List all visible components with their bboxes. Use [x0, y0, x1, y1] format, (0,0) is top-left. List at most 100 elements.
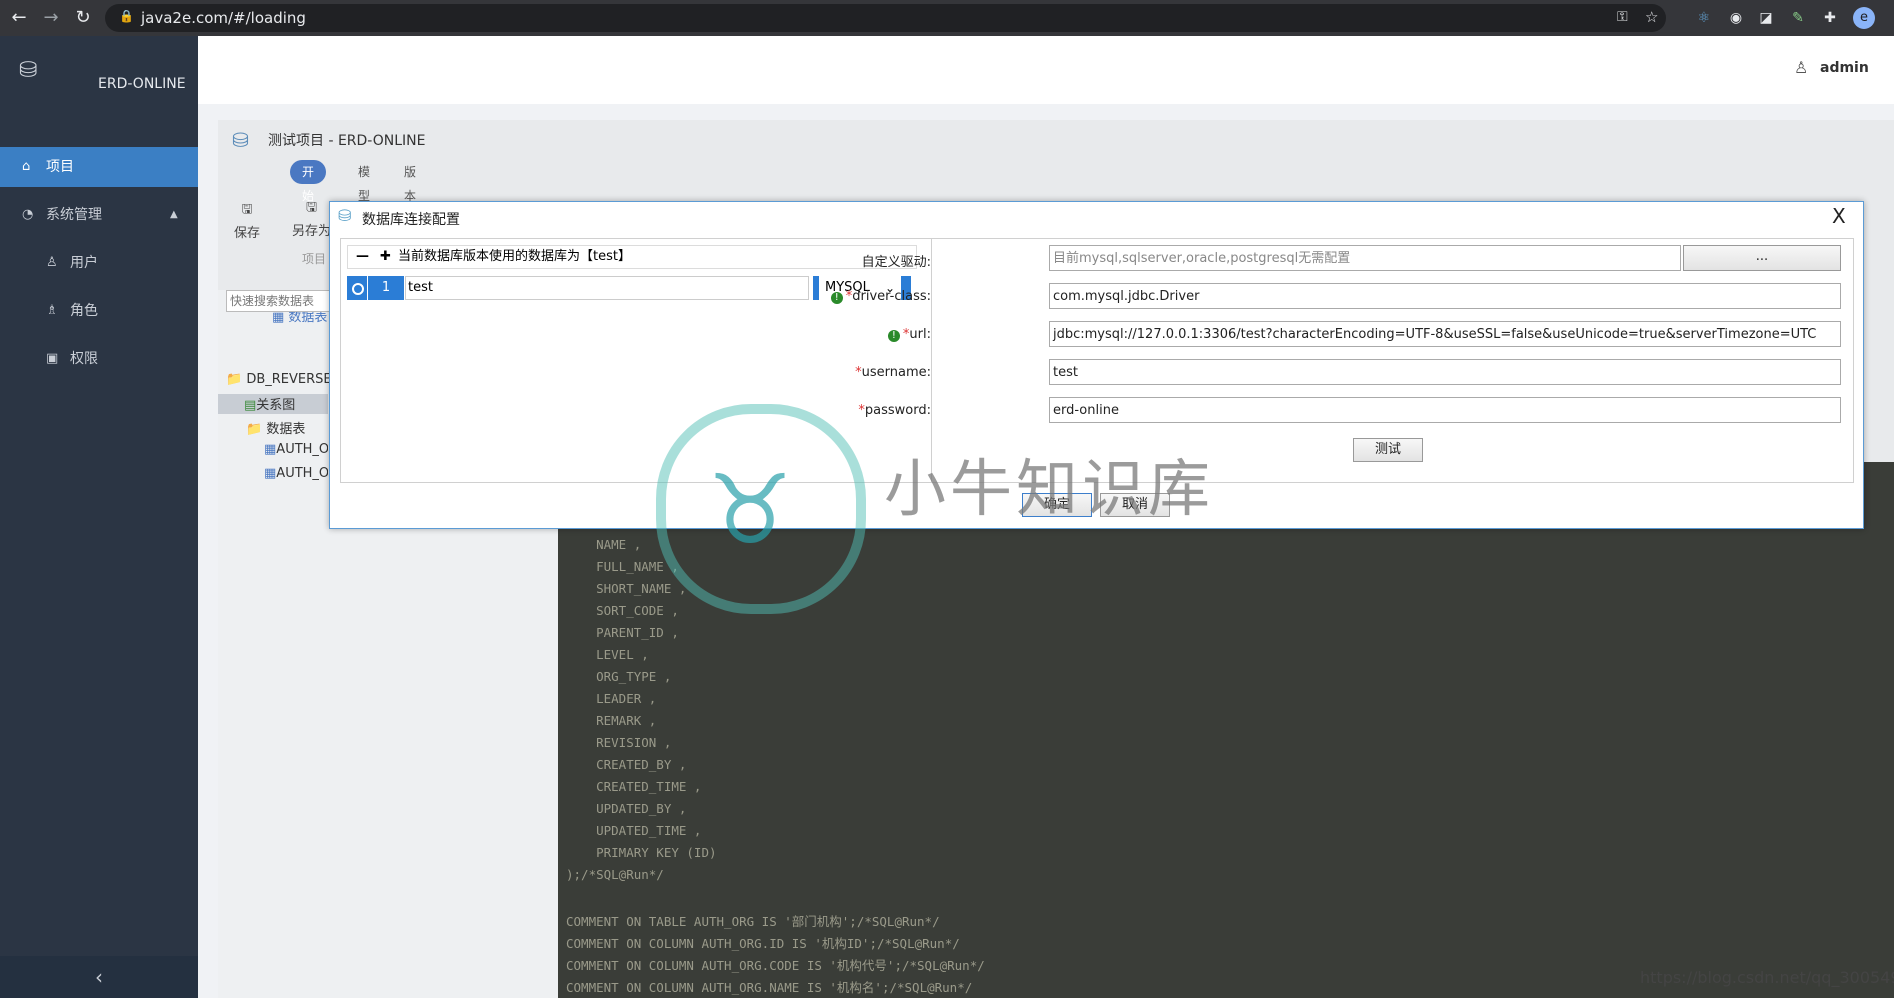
code-line: UPDATED_TIME , — [566, 823, 702, 838]
url-label: ! *url: — [811, 327, 931, 342]
label-text: username: — [861, 365, 931, 380]
app-name: ERD-ONLINE — [98, 76, 186, 92]
label-text: driver-class: — [852, 289, 931, 304]
extension-globe-icon[interactable]: ◉ — [1726, 8, 1746, 28]
save-label: 保存 — [234, 226, 261, 241]
code-line: SHORT_NAME , — [566, 581, 687, 596]
username-label: *username: — [855, 365, 931, 380]
code-line: LEADER , — [566, 691, 657, 706]
tree-item-table[interactable]: ▦AUTH_ORG — [264, 466, 328, 481]
diagram-icon: ▤ — [244, 398, 257, 413]
dashboard-icon: ◔ — [22, 207, 34, 222]
collapse-sidebar-button[interactable]: ‹ — [0, 956, 198, 998]
sidebar-item-label: 项目 — [46, 159, 74, 175]
save-as-label: 另存为 — [292, 224, 332, 239]
browser-toolbar: ← → ↻ 🔒 java2e.com/#/loading ⚿ ☆ ⚛ ◉ ◪ ✎… — [0, 0, 1894, 36]
sidebar: ⛁ ERD-ONLINE ⌂ 项目 ◔ 系统管理 ▲ ♙ 用户 ♗ 角色 ▣ 权… — [0, 36, 198, 998]
info-icon: ! — [887, 330, 900, 342]
user-avatar-icon[interactable]: ♙ — [1794, 58, 1808, 77]
code-line: LEVEL , — [566, 647, 649, 662]
username[interactable]: admin — [1820, 60, 1869, 76]
dialog-title: 数据库连接配置 — [362, 212, 460, 228]
project-logo-icon: ⛁ — [232, 128, 249, 152]
project-title: 测试项目 - ERD-ONLINE — [268, 133, 426, 149]
driver-class-input[interactable]: com.mysql.jdbc.Driver — [1049, 283, 1841, 309]
db-list-caption: 当前数据库版本使用的数据库为【test】 — [398, 249, 631, 264]
save-as-button[interactable]: 🖫 另存为 — [292, 198, 331, 239]
url-input[interactable]: jdbc:mysql://127.0.0.1:3306/test?charact… — [1049, 321, 1841, 347]
default-radio[interactable] — [347, 276, 367, 300]
code-line: PARENT_ID , — [566, 625, 679, 640]
driver-class-label: ! *driver-class: — [811, 289, 931, 304]
label-text: password: — [864, 403, 931, 418]
key-icon[interactable]: ⚿ — [1617, 9, 1628, 25]
custom-driver-label: 自定义驱动: — [861, 255, 931, 270]
back-arrow-icon[interactable]: ← — [8, 7, 30, 29]
profile-avatar[interactable]: e — [1853, 7, 1875, 29]
sidebar-item-label: 系统管理 — [46, 207, 102, 223]
code-line: ORG_TYPE , — [566, 669, 672, 684]
tree-label: 关系图 — [256, 398, 296, 413]
browse-driver-button[interactable]: ... — [1683, 245, 1841, 271]
extension-arrow-icon[interactable]: ◪ — [1756, 8, 1776, 28]
code-line: UPDATED_BY , — [566, 801, 687, 816]
sidebar-item-permission[interactable]: ▣ 权限 — [0, 339, 198, 379]
code-line: PRIMARY KEY (ID) — [566, 845, 717, 860]
panel-tab-label: 数据表 — [288, 310, 328, 325]
tree-item-table[interactable]: ▦AUTH_ORG — [264, 442, 328, 457]
tree-label: 数据表 — [266, 422, 306, 437]
tree-item-diagram[interactable]: ▤关系图 — [218, 394, 328, 414]
tab-version[interactable]: 版本 — [392, 160, 428, 203]
table-icon: ▦ — [264, 466, 277, 481]
code-line: );/*SQL@Run*/ — [566, 867, 664, 882]
sidebar-item-role[interactable]: ♗ 角色 — [0, 291, 198, 331]
tree-label: AUTH_ORG — [276, 442, 328, 457]
close-icon[interactable]: X — [1832, 204, 1846, 228]
lock-icon: 🔒 — [119, 9, 134, 23]
add-db-button[interactable]: ✚ — [380, 246, 391, 268]
erd-logo-icon: ⛁ — [19, 58, 38, 83]
user-icon: ♙ — [46, 255, 58, 270]
reload-icon[interactable]: ↻ — [72, 7, 94, 29]
extension-react-icon[interactable]: ⚛ — [1694, 8, 1714, 28]
save-button[interactable]: 🖫 保存 — [234, 200, 260, 241]
sidebar-item-label: 用户 — [70, 255, 98, 271]
watermark-url: https://blog.csdn.net/qq_30054961 — [1640, 968, 1894, 987]
chevron-up-icon: ▲ — [170, 209, 178, 220]
sidebar-item-system[interactable]: ◔ 系统管理 ▲ — [0, 195, 198, 235]
code-line: REVISION , — [566, 735, 672, 750]
password-input[interactable]: erd-online — [1049, 397, 1841, 423]
save-as-icon: 🖫 — [305, 200, 318, 215]
tab-model[interactable]: 模型 — [346, 160, 382, 203]
test-connection-button[interactable]: 测试 — [1353, 438, 1423, 462]
custom-driver-input[interactable]: 目前mysql,sqlserver,oracle,postgresql无需配置 — [1049, 245, 1681, 271]
watermark-brand: 小牛知识库 — [884, 452, 1215, 525]
table-search-input[interactable]: 快速搜索数据表 — [226, 290, 334, 312]
db-name-input[interactable]: test — [405, 276, 809, 300]
code-line: SORT_CODE , — [566, 603, 679, 618]
sidebar-item-user[interactable]: ♙ 用户 — [0, 243, 198, 283]
tree-item-tables[interactable]: 📁 数据表 — [246, 418, 305, 437]
remove-db-button[interactable]: — — [356, 246, 369, 268]
home-icon: ⌂ — [22, 159, 31, 174]
code-line: FULL_NAME , — [566, 559, 679, 574]
url-text[interactable]: java2e.com/#/loading — [141, 9, 306, 27]
code-line: CREATED_BY , — [566, 757, 687, 772]
address-bar[interactable]: 🔒 java2e.com/#/loading ⚿ ☆ — [105, 4, 1666, 32]
tree-label: AUTH_ORG — [276, 466, 328, 481]
info-icon: ! — [830, 292, 843, 304]
extension-pen-icon[interactable]: ✎ — [1788, 8, 1808, 28]
extensions-puzzle-icon[interactable]: ✚ — [1820, 8, 1840, 28]
tab-start[interactable]: 开始 — [290, 160, 327, 203]
sidebar-item-project[interactable]: ⌂ 项目 — [0, 147, 198, 187]
code-line: COMMENT ON COLUMN AUTH_ORG.ID IS '机构ID';… — [566, 936, 960, 951]
database-icon: ⛁ — [338, 206, 352, 225]
forward-arrow-icon[interactable]: → — [40, 7, 62, 29]
save-icon: 🖫 — [241, 202, 253, 217]
bookmark-star-icon[interactable]: ☆ — [1645, 8, 1658, 26]
code-line: NAME , — [566, 537, 642, 552]
label-text: url: — [909, 327, 931, 342]
password-label: *password: — [858, 403, 931, 418]
username-input[interactable]: test — [1049, 359, 1841, 385]
sidebar-item-label: 角色 — [70, 303, 98, 319]
